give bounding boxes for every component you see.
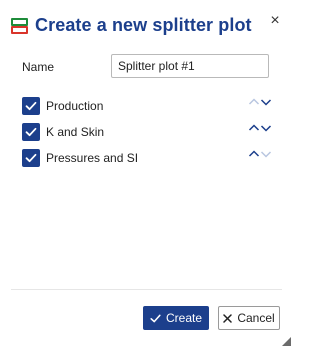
reorder-arrows <box>248 123 272 133</box>
create-button-label: Create <box>165 311 203 325</box>
checkmark-icon <box>150 313 161 324</box>
close-icon <box>223 313 233 323</box>
cancel-button[interactable]: Cancel <box>218 306 280 330</box>
move-down-icon[interactable] <box>260 97 272 107</box>
pressures-and-si-checkbox[interactable] <box>22 149 40 167</box>
splitter-plot-icon <box>11 17 28 34</box>
option-row-pressures-and-si: Pressures and SI <box>22 148 272 168</box>
footer-divider <box>11 289 282 290</box>
option-label-production: Production <box>46 99 104 113</box>
dialog-title: Create a new splitter plot <box>35 14 252 35</box>
name-label: Name <box>22 60 55 74</box>
move-up-icon[interactable] <box>248 123 260 133</box>
move-up-icon[interactable] <box>248 149 260 159</box>
checkmark-icon <box>25 127 37 137</box>
move-down-icon[interactable] <box>260 123 272 133</box>
reorder-arrows <box>248 149 272 159</box>
k-and-skin-checkbox[interactable] <box>22 123 40 141</box>
checkmark-icon <box>25 153 37 163</box>
cancel-button-label: Cancel <box>237 311 275 325</box>
option-label-k-and-skin: K and Skin <box>46 125 105 139</box>
checkmark-icon <box>25 101 37 111</box>
option-label-pressures-and-si: Pressures and SI <box>46 151 139 165</box>
move-down-icon[interactable] <box>260 149 272 159</box>
close-icon[interactable]: × <box>268 13 282 29</box>
create-splitter-plot-dialog: Create a new splitter plot × Name Produc… <box>0 0 293 348</box>
move-up-icon[interactable] <box>248 97 260 107</box>
create-button[interactable]: Create <box>143 306 209 330</box>
resize-grip-icon[interactable] <box>282 337 291 346</box>
option-row-k-and-skin: K and Skin <box>22 122 272 142</box>
production-checkbox[interactable] <box>22 97 40 115</box>
dialog-header: Create a new splitter plot <box>11 11 252 39</box>
name-input[interactable] <box>111 54 269 78</box>
reorder-arrows <box>248 97 272 107</box>
option-row-production: Production <box>22 96 272 116</box>
